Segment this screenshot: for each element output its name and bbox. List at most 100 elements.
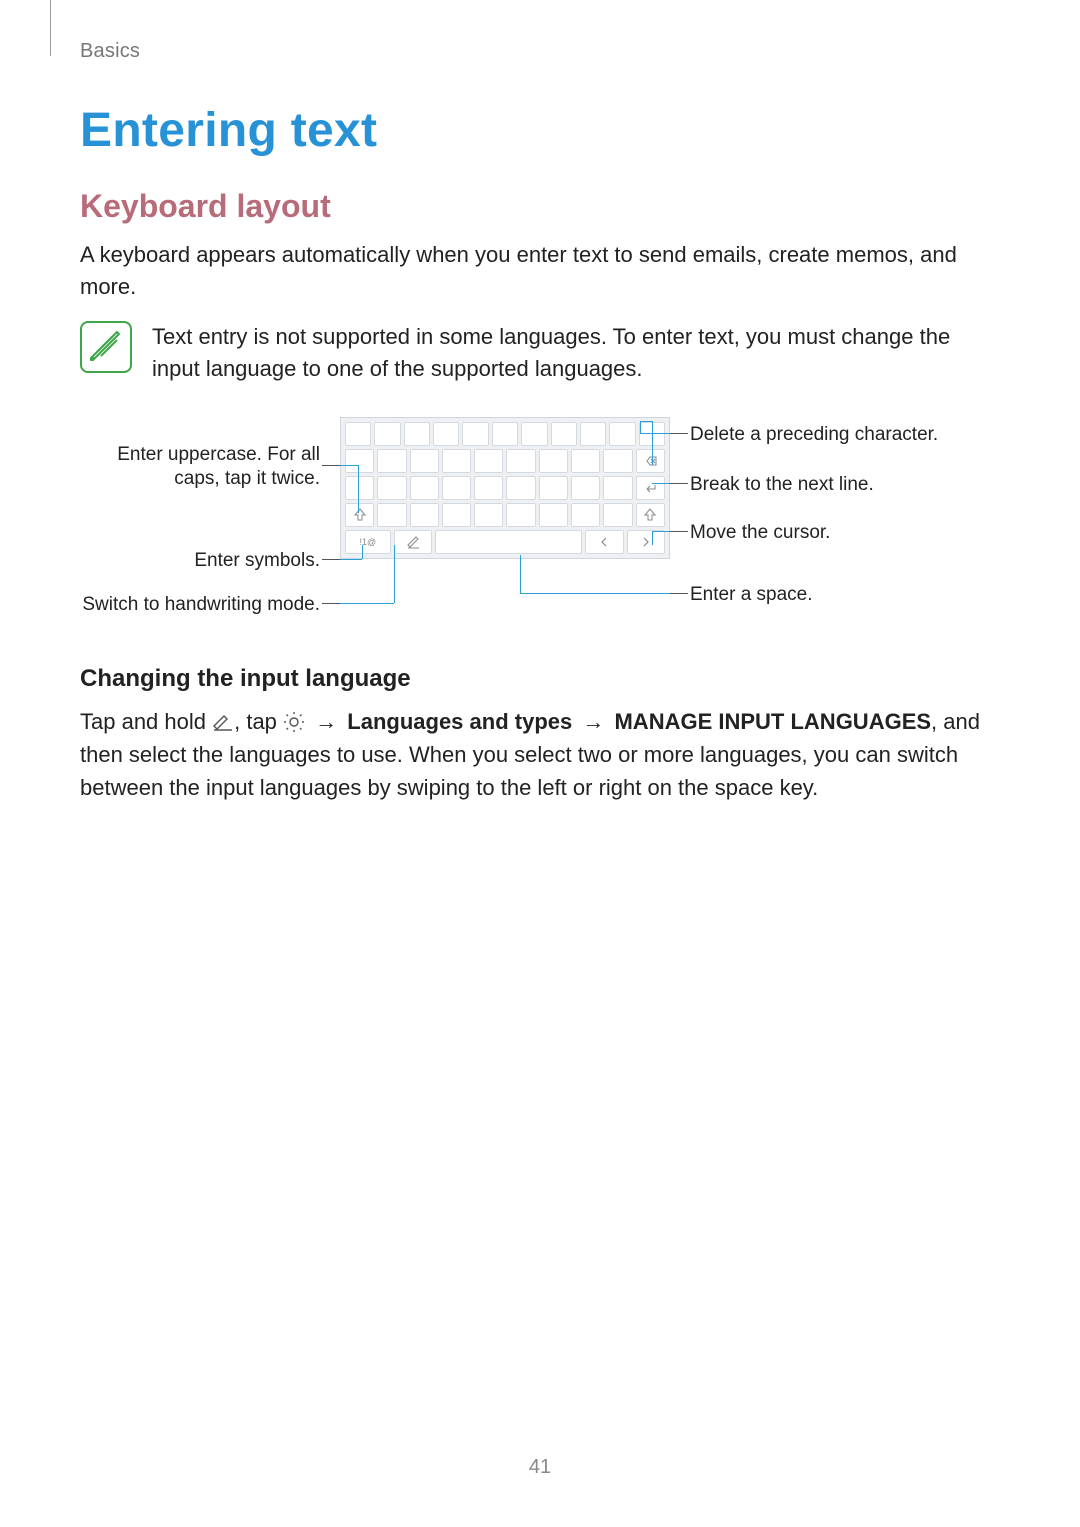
key-generic (539, 503, 568, 527)
key-generic (345, 476, 374, 500)
key-generic (377, 476, 406, 500)
key-generic (521, 422, 547, 446)
key-enter (636, 476, 665, 500)
arrow-icon: → (578, 709, 608, 734)
key-generic (410, 449, 439, 473)
callout-leader (640, 421, 641, 433)
instr-text: , tap (234, 709, 283, 734)
key-generic (442, 503, 471, 527)
intro-paragraph: A keyboard appears automatically when yo… (80, 239, 1000, 303)
leader-dash (670, 531, 688, 532)
page-title: Entering text (80, 103, 1000, 158)
key-generic (492, 422, 518, 446)
key-generic (603, 449, 632, 473)
key-generic (442, 476, 471, 500)
key-generic (474, 476, 503, 500)
leader-dash (322, 465, 340, 466)
breadcrumb: Basics (80, 40, 1000, 63)
key-generic (410, 503, 439, 527)
key-generic (603, 476, 632, 500)
key-generic (551, 422, 577, 446)
instr-bold-2: MANAGE INPUT LANGUAGES (614, 709, 931, 734)
callout-symbols: Enter symbols. (194, 549, 320, 574)
page-number: 41 (0, 1456, 1080, 1479)
key-space (435, 530, 582, 554)
key-generic (580, 422, 606, 446)
key-generic (410, 476, 439, 500)
page-side-rule (50, 0, 51, 56)
callout-break: Break to the next line. (690, 473, 874, 498)
key-generic (506, 503, 535, 527)
shift-icon (644, 508, 656, 522)
handwriting-mode-icon (212, 708, 234, 728)
callout-space: Enter a space. (690, 583, 813, 608)
callout-cursor: Move the cursor. (690, 521, 830, 546)
callout-leader (652, 531, 670, 532)
note-pencil-icon (80, 321, 132, 373)
callout-leader (340, 465, 358, 466)
callout-leader (394, 545, 395, 603)
key-shift (345, 503, 374, 527)
callout-leader (340, 603, 394, 604)
settings-gear-icon (283, 708, 305, 728)
key-generic (609, 422, 635, 446)
key-shift (636, 503, 665, 527)
callout-leader (652, 421, 653, 465)
key-generic (474, 449, 503, 473)
instr-bold-1: Languages and types (347, 709, 572, 734)
key-generic (474, 503, 503, 527)
leader-dash (670, 593, 688, 594)
leader-dash (670, 433, 688, 434)
callout-leader (340, 559, 362, 560)
leader-dash (670, 483, 688, 484)
instr-text: Tap and hold (80, 709, 212, 734)
callout-handwriting: Switch to handwriting mode. (82, 593, 320, 618)
key-generic (506, 449, 535, 473)
key-symbols: !1@ (345, 530, 391, 554)
arrow-icon: → (311, 709, 341, 734)
note-block: Text entry is not supported in some lang… (80, 321, 1000, 385)
callout-leader (652, 483, 670, 484)
callout-leader (652, 531, 653, 545)
chevron-right-icon (641, 536, 651, 548)
callout-leader (358, 465, 359, 513)
key-generic (571, 449, 600, 473)
leader-dash (322, 603, 340, 604)
key-cursor-right (627, 530, 665, 554)
callout-leader (362, 545, 363, 559)
key-generic (539, 476, 568, 500)
keyboard: !1@ (340, 417, 670, 559)
callout-leader (640, 433, 670, 434)
callout-leader (520, 593, 670, 594)
handwriting-mode-icon (406, 535, 420, 549)
callout-delete: Delete a preceding character. (690, 423, 938, 448)
key-generic (404, 422, 430, 446)
callout-uppercase: Enter uppercase. For all caps, tap it tw… (80, 443, 320, 492)
key-generic (571, 503, 600, 527)
key-handwriting (394, 530, 432, 554)
note-pencil-icon-svg (89, 330, 123, 364)
key-generic (603, 503, 632, 527)
key-generic (377, 503, 406, 527)
keyboard-diagram: !1@ Delete (80, 415, 1000, 625)
key-cursor-left (585, 530, 623, 554)
key-generic (345, 422, 371, 446)
key-generic (433, 422, 459, 446)
changing-input-language-paragraph: Tap and hold , tap → Languages and types… (80, 705, 1000, 804)
key-generic (377, 449, 406, 473)
leader-dash (322, 559, 340, 560)
key-backspace (636, 449, 665, 473)
subheading-changing-input-language: Changing the input language (80, 665, 1000, 693)
note-text: Text entry is not supported in some lang… (152, 321, 1000, 385)
key-generic (442, 449, 471, 473)
key-generic (345, 449, 374, 473)
page: Basics Entering text Keyboard layout A k… (0, 0, 1080, 1527)
section-heading-keyboard-layout: Keyboard layout (80, 188, 1000, 225)
shift-icon (354, 508, 366, 522)
key-generic (506, 476, 535, 500)
key-generic (374, 422, 400, 446)
backspace-icon (643, 455, 657, 467)
key-generic (462, 422, 488, 446)
callout-leader (640, 421, 652, 422)
chevron-left-icon (599, 536, 609, 548)
